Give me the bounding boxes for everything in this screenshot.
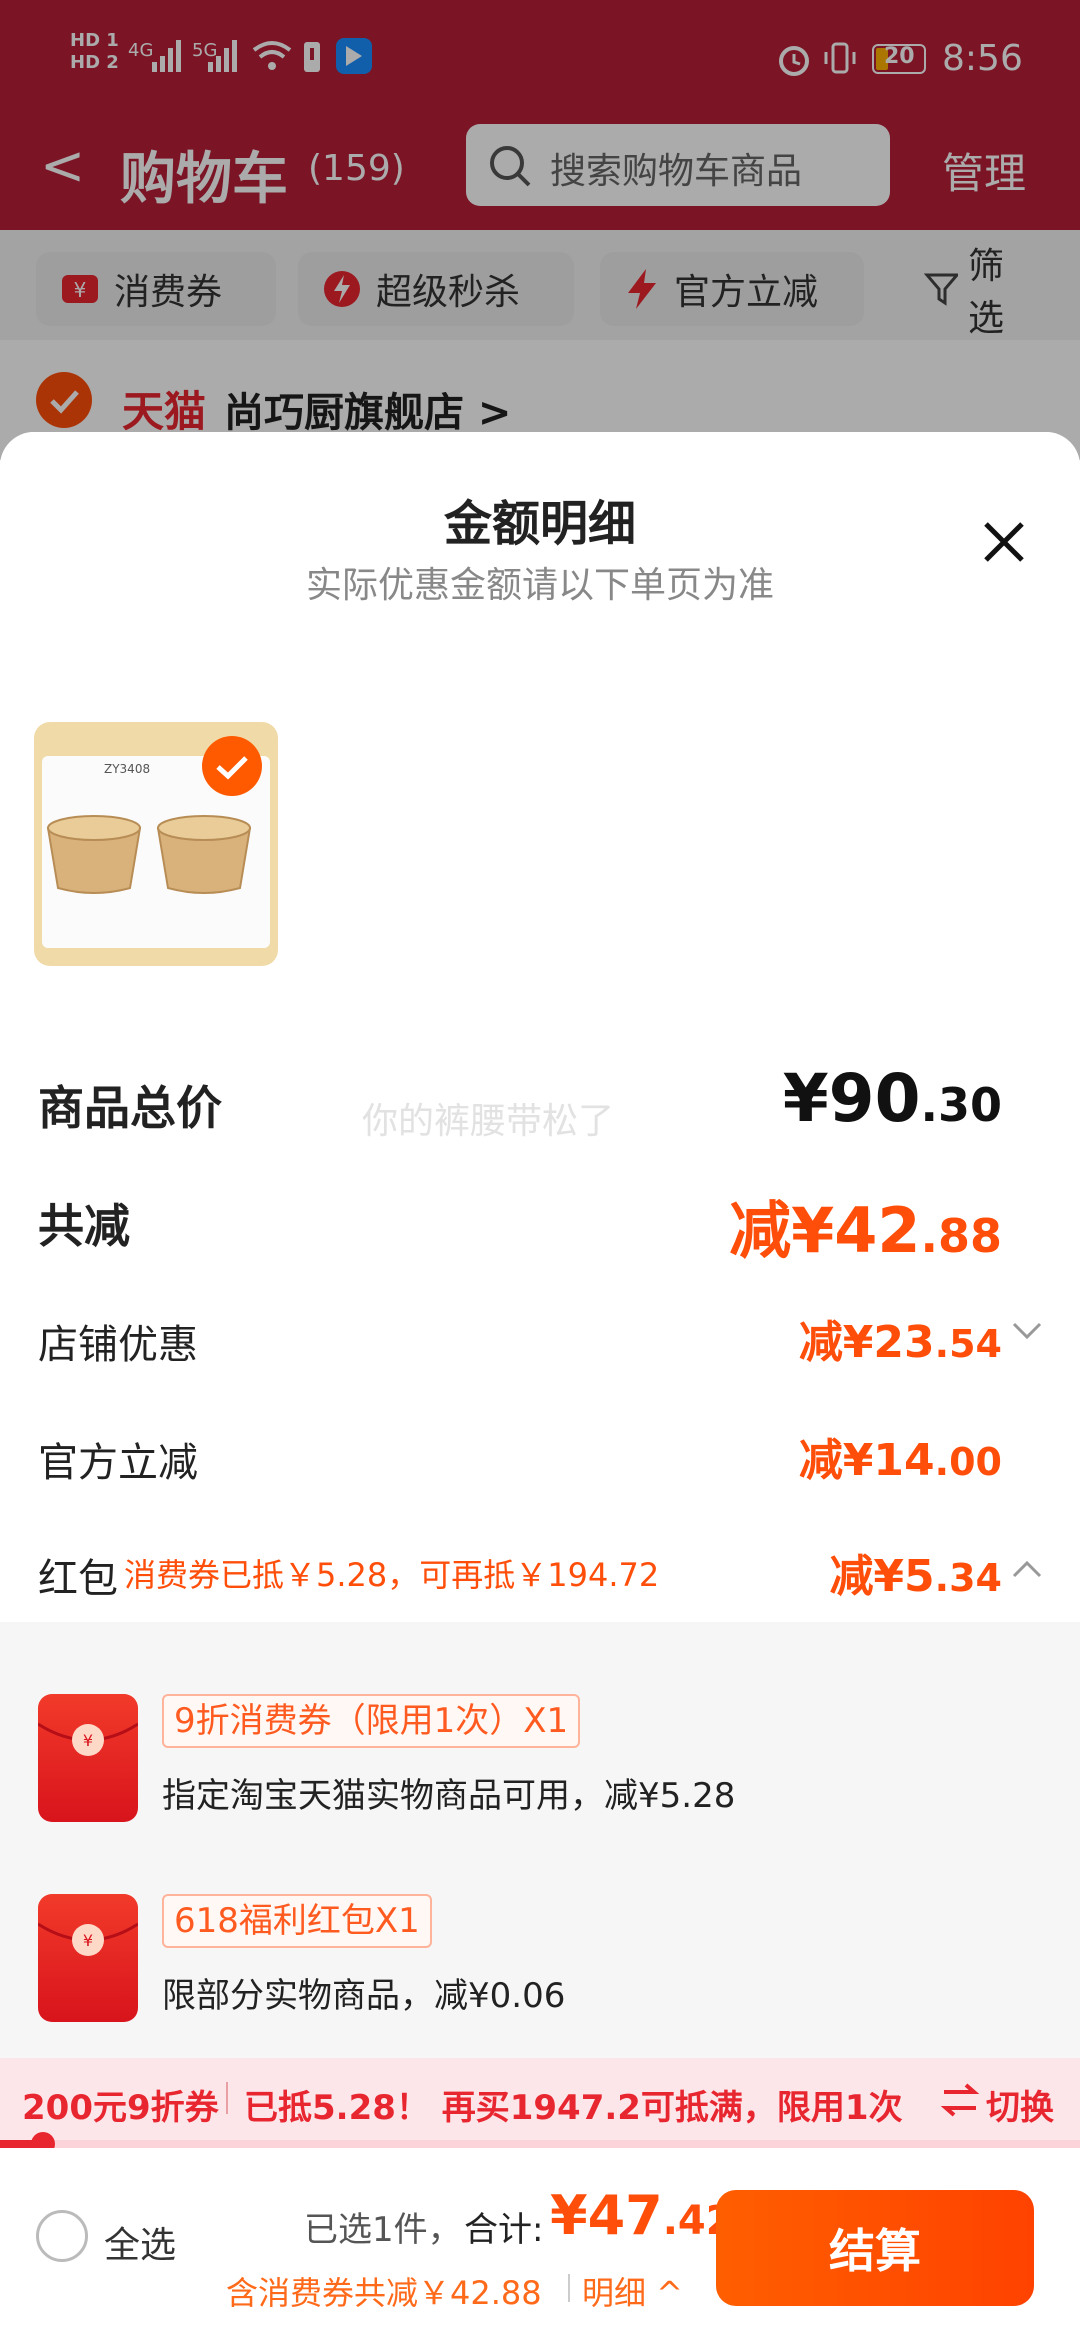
coupon-item-2[interactable]: ¥ 618福利红包X1 限部分实物商品，减¥0.06: [37, 1894, 1042, 2034]
watermark-text: 你的裤腰带松了: [362, 1101, 615, 1142]
promo-progress-bar: [0, 2132, 1080, 2156]
product-selected-badge[interactable]: [202, 736, 262, 796]
promo-coupon-name: 200元9折券: [22, 2088, 219, 2128]
close-icon[interactable]: [980, 518, 1028, 566]
official-discount-label: 官方立减: [38, 1440, 198, 1486]
sheet-summary: 金额明细 实际优惠金额请以下单页为准 ZY3408 商品总价 你的裤腰带松了 ¥…: [0, 432, 1080, 1622]
shop-cents: .54: [934, 1322, 1002, 1366]
total-yuan: ¥90: [782, 1060, 921, 1137]
promo-divider: [226, 2082, 228, 2114]
promo-message: 已抵5.28！ 再买1947.2可抵满，限用1次: [244, 2088, 903, 2128]
detail-toggle[interactable]: 明细 ^: [582, 2268, 683, 2314]
hongbao-label: 红包: [38, 1556, 118, 1602]
svg-text:¥: ¥: [83, 1931, 93, 1950]
select-all-label[interactable]: 全选: [104, 2216, 176, 2268]
discount-amount: 减¥42.88: [729, 1180, 1002, 1270]
coupon-item[interactable]: ¥ 9折消费券（限用1次）X1 指定淘宝天猫实物商品可用，减¥5.28: [37, 1694, 1042, 1834]
check-icon-product: [216, 756, 248, 780]
red-envelope-icon: ¥: [37, 1694, 139, 1822]
red-envelope-icon-2: ¥: [37, 1894, 139, 2022]
amount-detail-sheet: 金额明细 实际优惠金额请以下单页为准 ZY3408 商品总价 你的裤腰带松了 ¥…: [0, 432, 1080, 2162]
selected-count: 已选1件，: [304, 2210, 462, 2250]
bottom-total: ¥47.42: [550, 2184, 734, 2247]
hongbao-note: 消费券已抵￥5.28，可再抵￥194.72: [124, 1556, 660, 1594]
bottom-sub-discount: 含消费券共减￥42.88: [226, 2274, 542, 2312]
checkout-button[interactable]: 结算: [716, 2190, 1034, 2306]
official-cents: .00: [934, 1440, 1002, 1484]
total-amount: ¥90.30: [783, 1060, 1002, 1137]
coupon-tag: 9折消费券（限用1次）X1: [162, 1694, 581, 1748]
discount-yuan: 减¥42: [729, 1194, 921, 1267]
sheet-title: 金额明细: [443, 496, 636, 552]
total-label-bottom: 合计:: [464, 2210, 544, 2250]
svg-text:¥: ¥: [83, 1731, 93, 1750]
chevron-down-icon[interactable]: [1010, 1320, 1044, 1344]
discount-cents: .88: [920, 1209, 1003, 1263]
sheet-subtitle: 实际优惠金额请以下单页为准: [305, 565, 774, 606]
shop-discount-amount[interactable]: 减¥23.54: [799, 1306, 1002, 1370]
bottom-total-yuan: ¥47: [550, 2184, 663, 2247]
official-discount-amount: 减¥14.00: [799, 1424, 1002, 1488]
coupon-desc: 指定淘宝天猫实物商品可用，减¥5.28: [162, 1776, 736, 1816]
shop-yuan: 减¥23: [798, 1317, 935, 1368]
switch-icon: [940, 2083, 980, 2117]
total-cents: .30: [920, 1078, 1003, 1132]
hongbao-yuan: 减¥5: [829, 1551, 935, 1602]
shop-discount-label: 店铺优惠: [38, 1322, 198, 1368]
coupon-desc-2: 限部分实物商品，减¥0.06: [162, 1976, 566, 2016]
detail-divider: [568, 2274, 570, 2302]
chevron-up-icon[interactable]: [1010, 1556, 1044, 1580]
discount-label: 共减: [38, 1199, 130, 1253]
hongbao-cents: .34: [934, 1556, 1002, 1600]
official-yuan: 减¥14: [798, 1435, 935, 1486]
product-thumbnail[interactable]: ZY3408: [34, 722, 278, 966]
select-all-checkbox[interactable]: [36, 2210, 88, 2262]
coupon-promo-strip[interactable]: 200元9折券 已抵5.28！ 再买1947.2可抵满，限用1次 切换: [0, 2058, 1080, 2140]
checkout-bar: 全选 已选1件， 合计: ¥47.42 含消费券共减￥42.88 明细 ^ 结算: [0, 2148, 1080, 2340]
total-label: 商品总价: [38, 1081, 222, 1135]
switch-button[interactable]: 切换: [986, 2080, 1054, 2129]
dim-overlay[interactable]: [0, 0, 1080, 460]
coupon-tag-2: 618福利红包X1: [162, 1894, 432, 1948]
hongbao-amount[interactable]: 减¥5.34: [829, 1540, 1002, 1604]
